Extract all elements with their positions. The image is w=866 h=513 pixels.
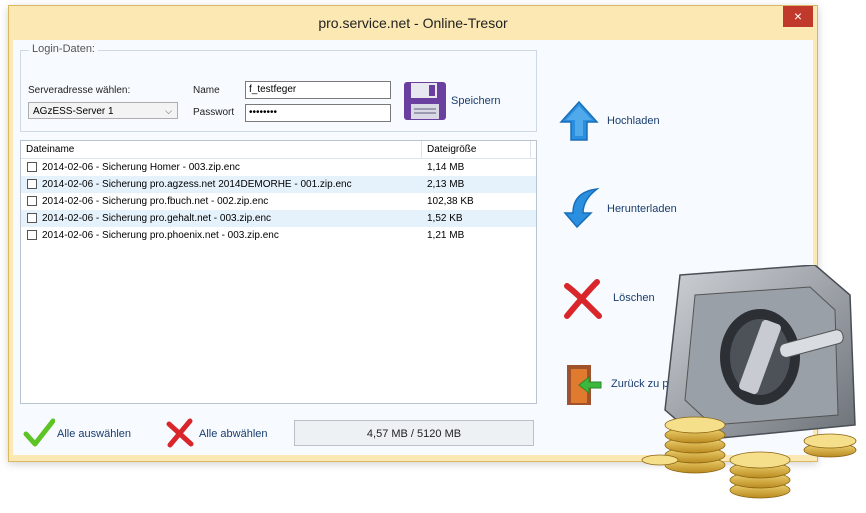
- save-button[interactable]: Speichern: [451, 95, 501, 107]
- login-groupbox: Login-Daten: Serveradresse wählen: AGzES…: [20, 43, 537, 132]
- file-size: 2,13 MB: [427, 179, 465, 190]
- row-checkbox[interactable]: [27, 179, 37, 189]
- password-field[interactable]: ••••••••: [245, 104, 391, 122]
- table-row[interactable]: 2014-02-06 - Sicherung Homer - 003.zip.e…: [21, 159, 536, 176]
- table-row[interactable]: 2014-02-06 - Sicherung pro.phoenix.net -…: [21, 227, 536, 244]
- column-header-size[interactable]: Dateigröße: [427, 144, 476, 155]
- password-label: Passwort: [193, 107, 235, 118]
- file-name: 2014-02-06 - Sicherung pro.agzess.net 20…: [42, 179, 352, 190]
- server-select[interactable]: AGzESS-Server 1 ⌵: [28, 102, 178, 119]
- file-name: 2014-02-06 - Sicherung pro.phoenix.net -…: [42, 230, 279, 241]
- file-rows: 2014-02-06 - Sicherung Homer - 003.zip.e…: [21, 159, 536, 244]
- delete-x-icon[interactable]: [561, 278, 603, 320]
- select-all-button[interactable]: Alle auswählen: [57, 428, 131, 440]
- checkmark-icon[interactable]: [23, 418, 55, 448]
- download-arrow-icon[interactable]: [559, 185, 603, 229]
- file-name: 2014-02-06 - Sicherung Homer - 003.zip.e…: [42, 162, 240, 173]
- safe-with-coins-illustration: [641, 265, 857, 499]
- title-bar: pro.service.net - Online-Tresor ×: [9, 6, 817, 40]
- login-legend: Login-Daten:: [29, 43, 98, 55]
- exit-door-icon[interactable]: [563, 363, 603, 407]
- chevron-down-icon: ⌵: [165, 106, 172, 116]
- row-checkbox[interactable]: [27, 196, 37, 206]
- file-size: 102,38 KB: [427, 196, 474, 207]
- file-name: 2014-02-06 - Sicherung pro.gehalt.net - …: [42, 213, 272, 224]
- row-checkbox[interactable]: [27, 230, 37, 240]
- column-divider: [421, 141, 422, 158]
- upload-button[interactable]: Hochladen: [607, 115, 660, 127]
- table-row[interactable]: 2014-02-06 - Sicherung pro.fbuch.net - 0…: [21, 193, 536, 210]
- server-label: Serveradresse wählen:: [28, 85, 131, 96]
- upload-arrow-icon[interactable]: [559, 100, 599, 142]
- storage-usage: 4,57 MB / 5120 MB: [294, 420, 534, 446]
- close-button[interactable]: ×: [783, 6, 813, 27]
- row-checkbox[interactable]: [27, 162, 37, 172]
- window-title: pro.service.net - Online-Tresor: [318, 15, 508, 31]
- server-select-value: AGzESS-Server 1: [33, 106, 114, 117]
- deselect-x-icon[interactable]: [165, 418, 195, 448]
- table-row[interactable]: 2014-02-06 - Sicherung pro.agzess.net 20…: [21, 176, 536, 193]
- name-field[interactable]: f_testfeger: [245, 81, 391, 99]
- row-checkbox[interactable]: [27, 213, 37, 223]
- deselect-all-button[interactable]: Alle abwählen: [199, 428, 268, 440]
- floppy-disk-icon[interactable]: [403, 81, 447, 121]
- file-size: 1,14 MB: [427, 162, 465, 173]
- table-row[interactable]: 2014-02-06 - Sicherung pro.gehalt.net - …: [21, 210, 536, 227]
- column-header-name[interactable]: Dateiname: [26, 144, 74, 155]
- column-divider: [530, 141, 531, 158]
- name-label: Name: [193, 85, 220, 96]
- file-name: 2014-02-06 - Sicherung pro.fbuch.net - 0…: [42, 196, 269, 207]
- file-size: 1,52 KB: [427, 213, 463, 224]
- file-list: Dateiname Dateigröße 2014-02-06 - Sicher…: [20, 140, 537, 404]
- file-size: 1,21 MB: [427, 230, 465, 241]
- download-button[interactable]: Herunterladen: [607, 203, 677, 215]
- file-list-header: Dateiname Dateigröße: [21, 141, 536, 159]
